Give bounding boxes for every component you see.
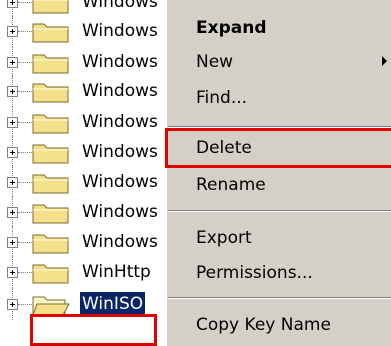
tree-connector-line <box>18 152 32 153</box>
menu-item-export[interactable]: Export <box>196 228 252 248</box>
folder-icon <box>32 144 69 164</box>
menu-item-rename[interactable]: Rename <box>196 175 266 195</box>
tree-item[interactable]: Windows <box>0 46 180 78</box>
menu-item-copy-key-name[interactable]: Copy Key Name <box>196 315 331 335</box>
tree-item[interactable]: WinHttp <box>0 256 180 288</box>
expand-plus-icon[interactable] <box>7 267 18 278</box>
menu-separator <box>168 210 391 212</box>
menu-separator <box>168 297 391 299</box>
tree-item-label[interactable]: Windows <box>80 0 160 14</box>
tree-connector-line <box>18 272 32 273</box>
tree-connector-line <box>18 182 32 183</box>
menu-item-permissions[interactable]: Permissions... <box>196 263 313 283</box>
tree-item-label[interactable]: Windows <box>80 19 160 43</box>
folder-icon <box>32 0 69 14</box>
folder-icon <box>32 114 69 134</box>
tree-item-label[interactable]: Windows <box>80 50 160 74</box>
expand-plus-icon[interactable] <box>7 237 18 248</box>
tree-connector-line <box>18 122 32 123</box>
folder-icon <box>32 234 69 254</box>
folder-icon <box>32 83 69 103</box>
expand-plus-icon[interactable] <box>7 207 18 218</box>
folder-icon <box>32 174 69 194</box>
tree-connector-line <box>18 91 32 92</box>
tree-item-label[interactable]: WinHttp <box>80 260 153 284</box>
expand-plus-icon[interactable] <box>7 117 18 128</box>
menu-item-expand[interactable]: Expand <box>196 18 267 38</box>
expand-plus-icon[interactable] <box>7 147 18 158</box>
folder-icon <box>32 264 69 284</box>
tree-connector-line <box>18 62 32 63</box>
tree-connector-line <box>18 2 32 3</box>
selected-key-highlight-box <box>30 314 157 346</box>
expand-plus-icon[interactable] <box>7 299 18 310</box>
folder-icon <box>32 54 69 74</box>
delete-highlight-box <box>165 128 391 168</box>
folder-icon <box>32 23 69 43</box>
expand-plus-icon[interactable] <box>7 86 18 97</box>
tree-item-label[interactable]: Windows <box>80 110 160 134</box>
expand-plus-icon[interactable] <box>7 177 18 188</box>
tree-item-label[interactable]: Windows <box>80 170 160 194</box>
tree-item-label[interactable]: WinISO <box>78 291 147 317</box>
expand-plus-icon[interactable] <box>7 26 18 37</box>
expand-plus-icon[interactable] <box>7 0 18 8</box>
tree-connector-line <box>18 304 32 305</box>
tree-connector-line <box>18 31 32 32</box>
registry-tree: Windows Windows Windows Windows Windows Windo… <box>0 0 180 346</box>
tree-connector-line <box>18 212 32 213</box>
menu-item-new[interactable]: New <box>196 52 233 72</box>
tree-connector-line <box>18 242 32 243</box>
menu-item-find[interactable]: Find... <box>196 88 247 108</box>
tree-item-label[interactable]: Windows <box>80 200 160 224</box>
tree-item-label[interactable]: Windows <box>80 230 160 254</box>
tree-item[interactable]: Windows <box>0 15 180 47</box>
open-folder-icon <box>32 296 70 316</box>
tree-item[interactable]: Windows <box>0 166 180 198</box>
expand-plus-icon[interactable] <box>7 57 18 68</box>
tree-item[interactable]: Windows <box>0 226 180 258</box>
tree-item[interactable]: Windows <box>0 136 180 168</box>
tree-item-label[interactable]: Windows <box>80 140 160 164</box>
tree-item[interactable]: Windows <box>0 106 180 138</box>
tree-item[interactable]: Windows <box>0 75 180 107</box>
folder-icon <box>32 204 69 224</box>
tree-item[interactable]: Windows <box>0 196 180 228</box>
context-menu: Expand New Find... Delete Rename Export … <box>165 0 391 346</box>
tree-item-label[interactable]: Windows <box>80 79 160 103</box>
submenu-arrow-icon <box>382 56 387 66</box>
